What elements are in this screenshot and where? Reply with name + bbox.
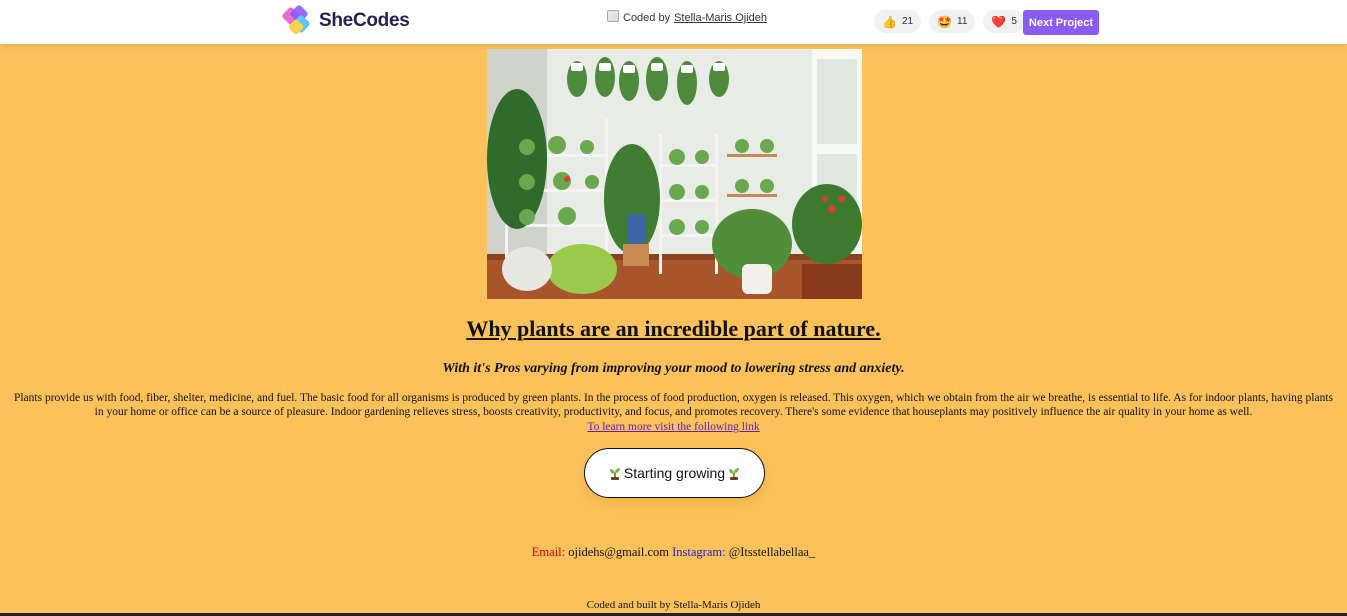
reaction-star-struck[interactable]: 🤩 11 <box>929 10 976 33</box>
intro-paragraph: Plants provide us with food, fiber, shel… <box>13 392 1334 418</box>
page-subtitle: With it's Pros varying from improving yo… <box>442 361 905 376</box>
shecodes-logo[interactable]: SheCodes <box>281 4 410 38</box>
seedling-icon <box>609 468 620 480</box>
shecodes-logo-icon <box>282 5 310 35</box>
learn-more: To learn more visit the following link <box>0 421 1347 433</box>
learn-more-link[interactable]: To learn more visit the following link <box>587 421 759 433</box>
thumbs-up-icon: 👍 <box>882 14 897 29</box>
reaction-count: 5 <box>1011 16 1017 27</box>
reaction-thumbs-up[interactable]: 👍 21 <box>874 10 922 33</box>
reaction-count: 11 <box>957 16 968 27</box>
author-link[interactable]: Stella-Maris Ojideh <box>674 12 767 24</box>
star-struck-icon: 🤩 <box>937 14 953 29</box>
seedling-icon <box>729 468 740 480</box>
brand-name: SheCodes <box>319 10 410 31</box>
author-avatar <box>607 10 619 22</box>
reaction-heart[interactable]: ❤️ 5 <box>983 10 1025 33</box>
reaction-count: 21 <box>901 16 914 27</box>
email-label: Email: <box>531 545 566 559</box>
hero-image <box>487 49 862 299</box>
indoor-plants-photo <box>487 49 862 299</box>
next-project-button[interactable]: Next Project <box>1023 10 1099 35</box>
credit-prefix: Coded by <box>623 12 671 24</box>
top-bar: SheCodes Coded by Stella-Maris Ojideh 👍 … <box>0 0 1347 44</box>
start-growing-label: Starting growing <box>623 465 726 481</box>
author-credit: Coded by Stella-Maris Ojideh <box>607 10 767 24</box>
footer-credit: Coded and built by Stella-Maris Ojideh <box>586 599 761 611</box>
reactions: 👍 21 🤩 11 ❤️ 5 <box>874 10 1025 33</box>
contact-info: Email: ojidehs@gmail.com Instagram: @Its… <box>0 545 1347 560</box>
heart-icon: ❤️ <box>991 14 1007 29</box>
start-growing-button[interactable]: Starting growing <box>584 448 765 498</box>
email-value[interactable]: ojidehs@gmail.com <box>568 545 669 559</box>
page-title: Why plants are an incredible part of nat… <box>466 316 881 341</box>
instagram-value[interactable]: @Itsstellabellaa_ <box>729 545 815 559</box>
instagram-label: Instagram: <box>672 545 726 559</box>
